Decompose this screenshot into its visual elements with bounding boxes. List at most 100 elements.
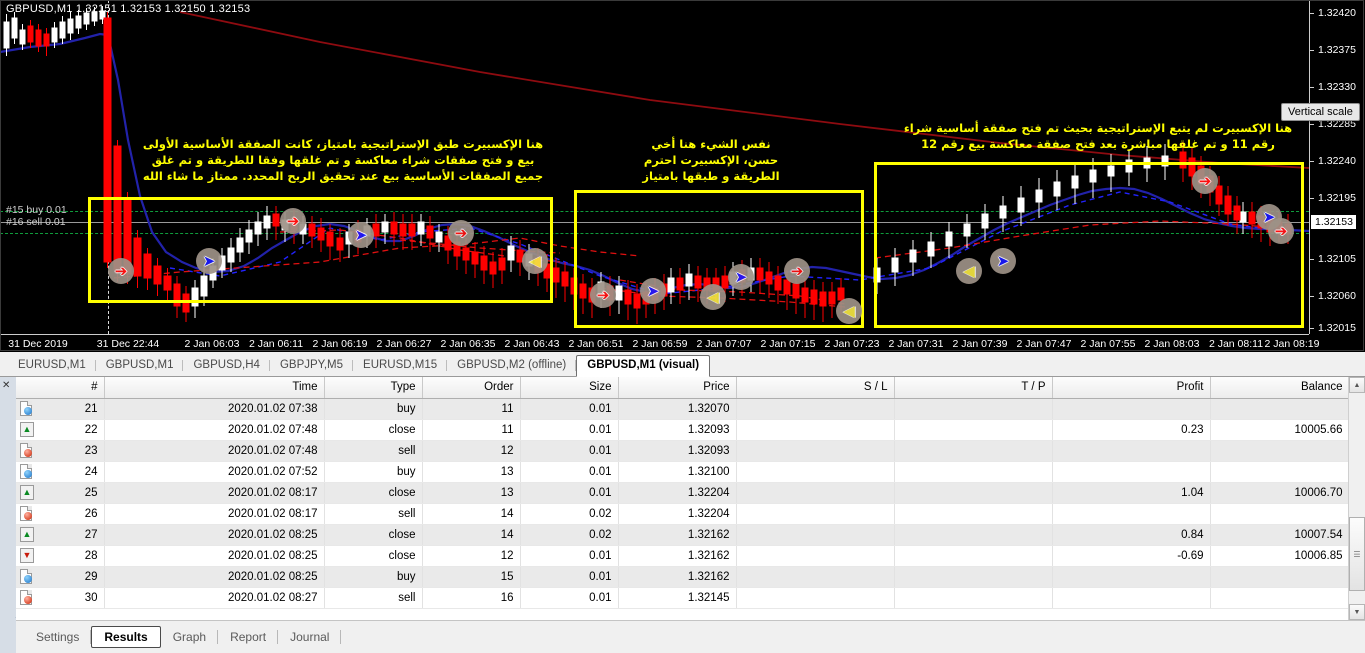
tab-results[interactable]: Results [91, 626, 160, 648]
table-row[interactable]: 242020.01.02 07:52buy130.011.32100 [16, 462, 1349, 483]
cell-size: 0.01 [520, 462, 618, 483]
col-header-tp[interactable]: T / P [894, 377, 1052, 399]
time-tick-label: 31 Dec 22:44 [97, 338, 159, 350]
col-header-time[interactable]: Time [104, 377, 324, 399]
time-tick-label: 2 Jan 08:19 [1265, 338, 1320, 350]
sell-arrow-marker: ➔ [784, 258, 810, 284]
time-tick-label: 2 Jan 07:47 [1017, 338, 1072, 350]
deal-close-profit-icon: ▲ [20, 527, 33, 541]
cell-price: 1.32162 [618, 525, 736, 546]
cell-sl [736, 504, 894, 525]
deal-open-buy-icon [20, 464, 33, 478]
cell-num: ▼28 [16, 546, 104, 567]
col-header-balance[interactable]: Balance [1210, 377, 1349, 399]
results-vertical-scrollbar[interactable]: ▲ ▼ ☰ [1348, 377, 1365, 620]
cell-profit: 0.84 [1052, 525, 1210, 546]
chart-tab-gbpusd-m2-offline[interactable]: GBPUSD,M2 (offline) [447, 355, 576, 376]
table-row[interactable]: ▼282020.01.02 08:25close120.011.32162-0.… [16, 546, 1349, 567]
cell-type: sell [324, 588, 422, 609]
cell-type: sell [324, 504, 422, 525]
chart-pane[interactable]: ➔ ➤ ➔ ➤ ➔ ◀ ➔ ➤ ◀ ➤ ➔ ◀ ◀ ➤ ➔ ➤ ➔ #15 bu… [0, 0, 1365, 352]
cell-price: 1.32145 [618, 588, 736, 609]
cell-size: 0.01 [520, 399, 618, 420]
tab-graph[interactable]: Graph [161, 626, 218, 648]
cell-price: 1.32100 [618, 462, 736, 483]
price-tick-label: 1.32195 [1318, 192, 1356, 204]
close-icon[interactable]: ✕ [2, 380, 10, 391]
cell-sl [736, 399, 894, 420]
table-row[interactable]: 302020.01.02 08:27sell160.011.32145 [16, 588, 1349, 609]
tab-journal[interactable]: Journal [278, 626, 341, 648]
cell-num: 30 [16, 588, 104, 609]
scrollbar-thumb[interactable]: ☰ [1349, 517, 1365, 591]
col-header-sl[interactable]: S / L [736, 377, 894, 399]
table-row[interactable]: 262020.01.02 08:17sell140.021.32204 [16, 504, 1349, 525]
chart-tab-gbpusd-m1-visual[interactable]: GBPUSD,M1 (visual) [576, 355, 710, 377]
table-row[interactable]: 232020.01.02 07:48sell120.011.32093 [16, 441, 1349, 462]
tab-settings[interactable]: Settings [24, 626, 91, 648]
table-row[interactable]: ▲252020.01.02 08:17close130.011.322041.0… [16, 483, 1349, 504]
tab-report[interactable]: Report [218, 626, 278, 648]
scroll-up-arrow-icon[interactable]: ▲ [1349, 377, 1365, 393]
chart-tab-gbpusd-h4[interactable]: GBPUSD,H4 [183, 355, 269, 376]
col-header-order[interactable]: Order [422, 377, 520, 399]
cell-price: 1.32162 [618, 546, 736, 567]
deal-open-sell-icon [20, 590, 33, 604]
cell-tp [894, 546, 1052, 567]
scroll-down-arrow-icon[interactable]: ▼ [1349, 604, 1365, 620]
col-header-type[interactable]: Type [324, 377, 422, 399]
cell-time: 2020.01.02 08:25 [104, 525, 324, 546]
chart-plot-area[interactable]: ➔ ➤ ➔ ➤ ➔ ◀ ➔ ➤ ◀ ➤ ➔ ◀ ◀ ➤ ➔ ➤ ➔ #15 bu… [0, 0, 1309, 334]
vertical-price-scale[interactable]: 1.32420 1.32375 1.32330 1.32285 1.32240 … [1309, 0, 1365, 334]
cell-sl [736, 462, 894, 483]
cell-tp [894, 504, 1052, 525]
cell-time: 2020.01.02 08:17 [104, 483, 324, 504]
cell-balance: 10006.70 [1210, 483, 1349, 504]
time-tick-label: 2 Jan 07:07 [697, 338, 752, 350]
cell-sl [736, 420, 894, 441]
col-header-num[interactable]: # [16, 377, 104, 399]
table-row[interactable]: 212020.01.02 07:38buy110.011.32070 [16, 399, 1349, 420]
chart-tab-eurusd-m1[interactable]: EURUSD,M1 [8, 355, 96, 376]
cell-balance: 10007.54 [1210, 525, 1349, 546]
tester-tab-bar[interactable]: Settings Results Graph Report Journal [16, 620, 1365, 653]
deal-open-buy-icon [20, 401, 33, 415]
cell-price: 1.32093 [618, 441, 736, 462]
current-price-tag: 1.32153 [1311, 215, 1356, 229]
deal-close-loss-icon: ▼ [20, 548, 33, 562]
cell-type: close [324, 483, 422, 504]
cell-time: 2020.01.02 07:48 [104, 420, 324, 441]
sell-arrow-marker: ➔ [590, 282, 616, 308]
time-tick-label: 2 Jan 07:15 [761, 338, 816, 350]
cell-profit [1052, 399, 1210, 420]
price-tick-label: 1.32420 [1318, 7, 1356, 19]
chart-tab-gbpusd-m1[interactable]: GBPUSD,M1 [96, 355, 184, 376]
price-tick-label: 1.32240 [1318, 155, 1356, 167]
horizontal-time-scale[interactable]: 31 Dec 2019 31 Dec 22:44 2 Jan 06:03 2 J… [0, 334, 1309, 352]
cell-type: close [324, 420, 422, 441]
cell-tp [894, 483, 1052, 504]
table-row[interactable]: ▲222020.01.02 07:48close110.011.320930.2… [16, 420, 1349, 441]
chart-tab-bar[interactable]: EURUSD,M1 GBPUSD,M1 GBPUSD,H4 GBPJPY,M5 … [0, 352, 1365, 377]
cell-sl [736, 483, 894, 504]
cell-num: 26 [16, 504, 104, 525]
col-header-size[interactable]: Size [520, 377, 618, 399]
close-arrow-marker: ◀ [956, 258, 982, 284]
table-row[interactable]: ▲272020.01.02 08:25close140.021.321620.8… [16, 525, 1349, 546]
table-row[interactable]: 292020.01.02 08:25buy150.011.32162 [16, 567, 1349, 588]
price-tick-label: 1.32060 [1318, 290, 1356, 302]
buy-arrow-marker: ➤ [990, 248, 1016, 274]
col-header-price[interactable]: Price [618, 377, 736, 399]
time-tick-label: 2 Jan 06:11 [249, 338, 303, 350]
order-label-sell: #16 sell 0.01 [6, 216, 66, 228]
chart-tab-eurusd-m15[interactable]: EURUSD,M15 [353, 355, 447, 376]
results-table-container[interactable]: # Time Type Order Size Price S / L T / P… [16, 377, 1365, 620]
chart-tab-gbpjpy-m5[interactable]: GBPJPY,M5 [270, 355, 353, 376]
table-header-row: # Time Type Order Size Price S / L T / P… [16, 377, 1349, 399]
col-header-profit[interactable]: Profit [1052, 377, 1210, 399]
cell-num: 23 [16, 441, 104, 462]
time-tick-label: 2 Jan 08:03 [1145, 338, 1200, 350]
tester-strip-footer [0, 620, 16, 653]
cell-size: 0.01 [520, 588, 618, 609]
buy-arrow-marker: ➤ [348, 222, 374, 248]
